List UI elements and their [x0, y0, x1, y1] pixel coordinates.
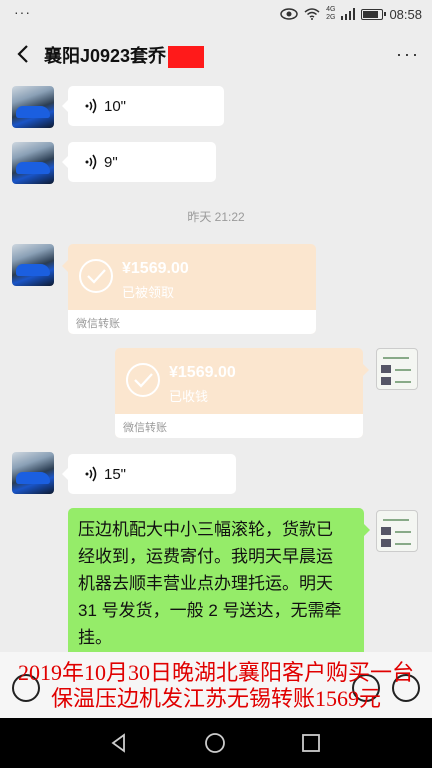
transfer-message[interactable]: ¥1569.00 已被领取 微信转账 — [62, 244, 316, 334]
voice-message[interactable]: 10" — [62, 86, 224, 126]
text-line: 压边机配大中小三幅滚轮，货款已 — [78, 520, 333, 539]
voice-duration: 9" — [104, 153, 118, 171]
text-message[interactable]: 压边机配大中小三幅滚轮，货款已 经收到，运费寄付。我明天早晨运 机器去顺丰营业点… — [68, 508, 370, 659]
contact-avatar[interactable] — [12, 244, 54, 286]
battery-fill — [363, 10, 379, 18]
check-circle-icon — [126, 363, 160, 397]
voice-duration: 10" — [104, 97, 127, 115]
eye-icon — [280, 8, 298, 20]
contact-avatar[interactable] — [12, 86, 54, 128]
voice-message[interactable]: 9" — [62, 142, 216, 182]
nav-home-icon[interactable] — [204, 732, 226, 754]
voice-duration: 15" — [104, 465, 127, 483]
transfer-status: 已被领取 — [122, 285, 175, 300]
chat-header: 襄阳J0923套乔 ··· — [0, 30, 432, 80]
contact-avatar[interactable] — [12, 142, 54, 184]
my-avatar[interactable] — [376, 510, 418, 552]
status-bar: ··· 4G 2G 08:58 — [0, 0, 432, 30]
chat-title: 襄阳J0923套乔 — [44, 42, 205, 69]
transfer-amount: ¥1569.00 — [122, 260, 189, 277]
system-nav-bar — [0, 718, 432, 768]
my-avatar[interactable] — [376, 348, 418, 390]
text-line: 机器去顺丰营业点办理托运。明天 — [78, 574, 333, 593]
status-icons: 4G 2G 08:58 — [280, 6, 422, 22]
back-arrow-icon[interactable] — [10, 40, 38, 68]
chat-area[interactable]: 10" 9" 昨天 21:22 ¥1569.00 已被领取 微信转账 ¥1569… — [0, 80, 432, 659]
network-type: 4G 2G — [326, 6, 335, 22]
text-line: 31 号发货，一般 2 号送达，无需牵 — [78, 601, 342, 620]
transfer-status: 已收钱 — [169, 389, 209, 404]
contact-avatar[interactable] — [12, 452, 54, 494]
net-bottom-label: 2G — [326, 14, 336, 21]
text-line: 经收到，运费寄付。我明天早晨运 — [78, 547, 333, 566]
net-top-label: 4G — [326, 6, 336, 13]
transfer-footer: 微信转账 — [123, 422, 167, 434]
transfer-footer: 微信转账 — [76, 318, 120, 330]
clock: 08:58 — [389, 6, 422, 22]
caption-line-1: 2019年10月30日晚湖北襄阳客户购买一台 — [17, 660, 414, 685]
voice-wave-icon — [85, 98, 97, 114]
signal-icon — [341, 8, 356, 20]
timestamp-separator: 昨天 21:22 — [187, 210, 245, 224]
caption-overlay: 2019年10月30日晚湖北襄阳客户购买一台 保温压边机发江苏无锡转账1569元 — [0, 660, 432, 712]
voice-wave-icon — [85, 466, 97, 482]
transfer-amount: ¥1569.00 — [169, 364, 236, 381]
voice-message[interactable]: 15" — [62, 454, 236, 494]
notification-dots: ··· — [14, 4, 31, 20]
transfer-message[interactable]: ¥1569.00 已收钱 微信转账 — [115, 348, 369, 438]
chat-title-text: 襄阳J0923套乔 — [44, 46, 167, 66]
text-line: 挂。 — [78, 628, 112, 647]
check-circle-icon — [79, 259, 113, 293]
caption-line-2: 保温压边机发江苏无锡转账1569元 — [50, 686, 381, 711]
voice-wave-icon — [85, 154, 97, 170]
nav-recent-icon[interactable] — [300, 732, 322, 754]
battery-icon — [361, 8, 387, 20]
wifi-icon — [304, 8, 320, 20]
nav-back-icon[interactable] — [108, 732, 130, 754]
redaction-block — [168, 46, 205, 69]
more-icon[interactable]: ··· — [396, 44, 420, 65]
